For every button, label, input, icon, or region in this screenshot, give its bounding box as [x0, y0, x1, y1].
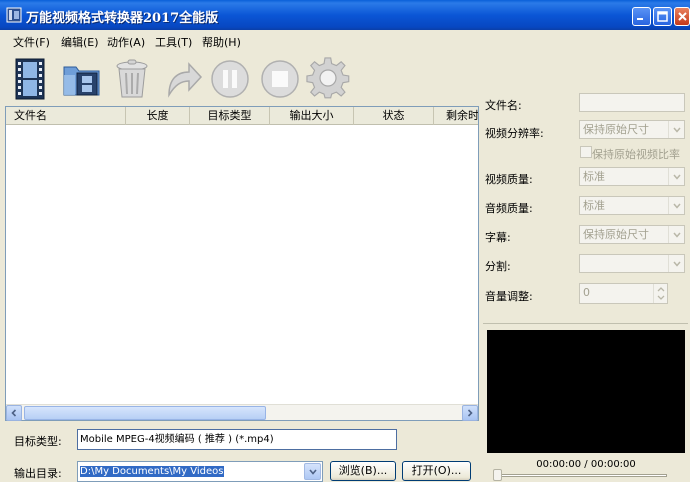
- settings-button[interactable]: [306, 56, 350, 102]
- filename-label: 文件名:: [485, 99, 522, 112]
- menu-help[interactable]: 帮助(H): [202, 34, 241, 50]
- subtitle-value: 保持原始尺寸: [583, 228, 649, 241]
- column-header-filename[interactable]: 文件名: [6, 107, 126, 125]
- target-type-field[interactable]: Mobile MPEG-4视频编码 ( 推荐 ) (*.mp4): [77, 429, 397, 450]
- arrow-left-icon: [11, 409, 17, 417]
- minimize-icon: [637, 18, 643, 20]
- list-header: 文件名 长度 目标类型 输出大小 状态 剩余时: [6, 107, 478, 125]
- video-quality-value: 标准: [583, 170, 605, 183]
- trash-icon: [116, 59, 148, 98]
- maximize-icon: [657, 11, 668, 22]
- menu-bar: 文件(F) 编辑(E) 动作(A) 工具(T) 帮助(H): [0, 30, 480, 52]
- resolution-label: 视频分辨率:: [485, 127, 544, 140]
- resolution-select[interactable]: 保持原始尺寸: [579, 120, 685, 139]
- audio-quality-select[interactable]: 标准: [579, 196, 685, 215]
- film-icon: [15, 58, 45, 100]
- output-dir-label: 输出目录:: [14, 467, 62, 480]
- target-type-value: Mobile MPEG-4视频编码 ( 推荐 ) (*.mp4): [80, 434, 274, 445]
- subtitle-label: 字幕:: [485, 231, 511, 244]
- resolution-value: 保持原始尺寸: [583, 123, 649, 136]
- app-icon: [6, 7, 22, 23]
- redo-button[interactable]: [160, 56, 204, 102]
- seek-track[interactable]: [497, 474, 667, 477]
- scroll-thumb[interactable]: [24, 406, 266, 420]
- seek-slider-handle[interactable]: [493, 469, 502, 481]
- open-button[interactable]: 打开(O)...: [402, 461, 471, 481]
- horizontal-scrollbar[interactable]: [6, 404, 478, 421]
- video-quality-select[interactable]: 标准: [579, 167, 685, 186]
- volume-value: 0: [583, 286, 590, 299]
- add-video-button[interactable]: [8, 56, 52, 102]
- resolution-dropdown-button[interactable]: [668, 121, 684, 138]
- column-header-target-type[interactable]: 目标类型: [190, 107, 270, 125]
- window-title: 万能视频格式转换器2017全能版: [26, 11, 219, 26]
- video-preview: [487, 330, 685, 453]
- menu-action[interactable]: 动作(A): [107, 34, 145, 50]
- menu-file[interactable]: 文件(F): [13, 34, 50, 50]
- chevron-down-icon: [672, 261, 681, 267]
- target-type-label: 目标类型:: [14, 435, 62, 448]
- title-bar[interactable]: 万能视频格式转换器2017全能版: [0, 0, 690, 30]
- chevron-down-icon: [672, 203, 681, 209]
- gear-icon: [306, 57, 350, 99]
- minimize-button[interactable]: [632, 7, 651, 26]
- chevron-down-icon: [672, 174, 681, 180]
- file-list[interactable]: 文件名 长度 目标类型 输出大小 状态 剩余时: [5, 106, 479, 421]
- keep-ratio-checkbox[interactable]: [580, 146, 592, 158]
- arrow-right-icon: [467, 409, 473, 417]
- chevron-down-icon: [672, 127, 681, 133]
- stop-button[interactable]: [258, 56, 302, 102]
- menu-edit[interactable]: 编辑(E): [61, 34, 99, 50]
- column-header-output-size[interactable]: 输出大小: [270, 107, 354, 125]
- column-header-remaining[interactable]: 剩余时: [434, 107, 478, 125]
- chevron-down-icon: [308, 468, 317, 475]
- output-dir-dropdown-button[interactable]: [304, 463, 321, 480]
- column-header-length[interactable]: 长度: [126, 107, 190, 125]
- delete-button[interactable]: [110, 56, 154, 102]
- volume-spin-buttons[interactable]: [653, 284, 667, 303]
- close-button[interactable]: [674, 7, 690, 26]
- folder-film-icon: [63, 66, 100, 96]
- pause-button[interactable]: [208, 56, 252, 102]
- menu-tools[interactable]: 工具(T): [155, 34, 192, 50]
- close-icon: [677, 12, 687, 21]
- scroll-left-button[interactable]: [6, 405, 22, 421]
- chevron-down-icon: [672, 232, 681, 238]
- add-folder-button[interactable]: [60, 56, 104, 102]
- video-quality-dropdown-button[interactable]: [668, 168, 684, 185]
- panel-divider: [483, 323, 688, 324]
- scroll-right-button[interactable]: [462, 405, 478, 421]
- keep-ratio-label: 保持原始视频比率: [592, 148, 680, 161]
- output-dir-input[interactable]: D:\My Documents\My Videos: [77, 461, 323, 482]
- maximize-button[interactable]: [653, 7, 672, 26]
- output-dir-value: D:\My Documents\My Videos: [80, 466, 224, 477]
- timecode: 00:00:00 / 00:00:00: [536, 459, 636, 470]
- audio-quality-label: 音频质量:: [485, 202, 533, 215]
- filename-field[interactable]: [579, 93, 685, 112]
- volume-label: 音量调整:: [485, 290, 533, 303]
- pause-icon: [211, 60, 249, 98]
- redo-arrow-icon: [168, 62, 203, 98]
- video-quality-label: 视频质量:: [485, 173, 533, 186]
- audio-quality-dropdown-button[interactable]: [668, 197, 684, 214]
- subtitle-select[interactable]: 保持原始尺寸: [579, 225, 685, 244]
- split-select[interactable]: [579, 254, 685, 273]
- stop-icon: [261, 60, 299, 98]
- split-label: 分割:: [485, 260, 511, 273]
- audio-quality-value: 标准: [583, 199, 605, 212]
- spin-arrows-icon: [657, 287, 665, 300]
- column-header-status[interactable]: 状态: [354, 107, 434, 125]
- browse-button[interactable]: 浏览(B)...: [330, 461, 396, 481]
- volume-stepper[interactable]: 0: [579, 283, 668, 304]
- split-dropdown-button[interactable]: [668, 255, 684, 272]
- subtitle-dropdown-button[interactable]: [668, 226, 684, 243]
- toolbar: [0, 52, 480, 104]
